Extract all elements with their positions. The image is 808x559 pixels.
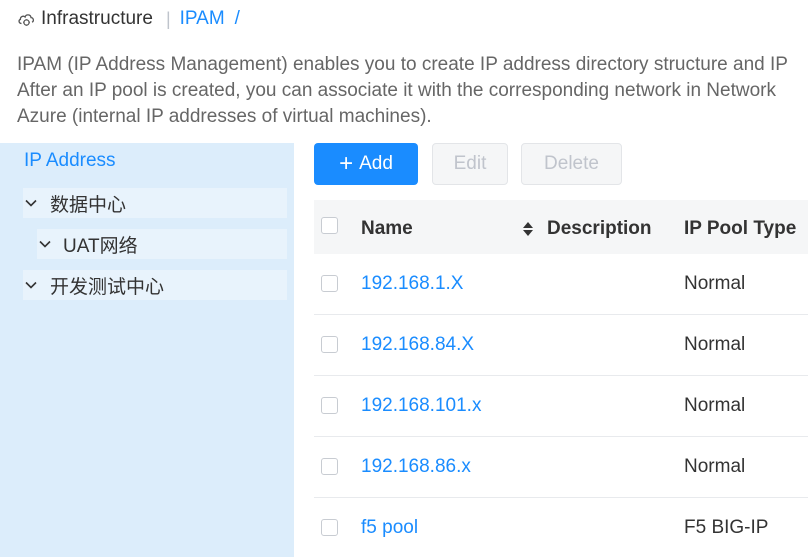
cloud-infrastructure-icon: [17, 11, 36, 28]
tree-node-dev-test-center[interactable]: 开发测试中心: [23, 270, 287, 300]
description-line-1: IPAM (IP Address Management) enables you…: [17, 54, 788, 75]
breadcrumb-separator: |: [165, 8, 171, 29]
plus-icon: +: [339, 150, 354, 177]
table-header: Name Description IP Pool Type: [314, 200, 808, 254]
chevron-down-icon[interactable]: [25, 281, 37, 289]
pool-name-link[interactable]: 192.168.84.X: [361, 334, 474, 356]
delete-button[interactable]: Delete: [521, 143, 622, 185]
tree-node-datacenter[interactable]: 数据中心: [23, 188, 287, 218]
table-row[interactable]: 192.168.1.X Normal: [314, 254, 808, 315]
pool-type-cell: Normal: [684, 395, 746, 416]
pool-type-cell: Normal: [684, 456, 746, 477]
chevron-down-icon[interactable]: [39, 240, 51, 248]
row-checkbox[interactable]: [321, 458, 338, 475]
add-button-label: Add: [359, 153, 393, 174]
edit-button[interactable]: Edit: [432, 143, 508, 185]
row-checkbox[interactable]: [321, 397, 338, 414]
breadcrumb-ipam[interactable]: IPAM: [180, 8, 225, 30]
select-all-checkbox[interactable]: [321, 217, 338, 234]
tree-root-ip-address[interactable]: IP Address: [24, 150, 116, 172]
row-checkbox[interactable]: [321, 519, 338, 536]
description-line-2: After an IP pool is created, you can ass…: [17, 80, 776, 101]
column-header-description[interactable]: Description: [547, 218, 652, 240]
table-row[interactable]: 192.168.86.x Normal: [314, 437, 808, 498]
page-description: IPAM (IP Address Management) enables you…: [17, 52, 808, 130]
pool-name-link[interactable]: 192.168.86.x: [361, 456, 471, 478]
column-header-name[interactable]: Name: [361, 218, 413, 240]
row-checkbox[interactable]: [321, 336, 338, 353]
table-row[interactable]: 192.168.84.X Normal: [314, 315, 808, 376]
chevron-down-icon[interactable]: [25, 199, 37, 207]
sort-icon[interactable]: [522, 221, 534, 237]
row-checkbox[interactable]: [321, 275, 338, 292]
pool-name-link[interactable]: 192.168.101.x: [361, 395, 481, 417]
tree-node-label: UAT网络: [63, 235, 138, 257]
pool-name-link[interactable]: f5 pool: [361, 517, 418, 539]
tree-node-uat-network[interactable]: UAT网络: [37, 229, 287, 259]
breadcrumb-infrastructure[interactable]: Infrastructure: [41, 8, 153, 30]
table-row[interactable]: 192.168.101.x Normal: [314, 376, 808, 437]
breadcrumb: Infrastructure | IPAM /: [17, 6, 240, 32]
ip-pool-panel: + Add Edit Delete Name Description IP Po…: [314, 143, 808, 557]
ip-address-tree: IP Address 数据中心 UAT网络 开发测试中心: [0, 143, 294, 557]
tree-node-label: 数据中心: [50, 194, 127, 216]
tree-node-label: 开发测试中心: [50, 276, 165, 298]
description-line-3: Azure (internal IP addresses of virtual …: [17, 106, 432, 127]
column-header-ip-pool-type[interactable]: IP Pool Type: [684, 218, 796, 240]
add-button[interactable]: + Add: [314, 143, 418, 185]
table-row[interactable]: f5 pool F5 BIG-IP: [314, 498, 808, 559]
breadcrumb-trailing-slash: /: [234, 8, 240, 29]
pool-type-cell: Normal: [684, 273, 746, 294]
pool-name-link[interactable]: 192.168.1.X: [361, 273, 463, 295]
pool-type-cell: F5 BIG-IP: [684, 517, 769, 538]
pool-type-cell: Normal: [684, 334, 746, 355]
